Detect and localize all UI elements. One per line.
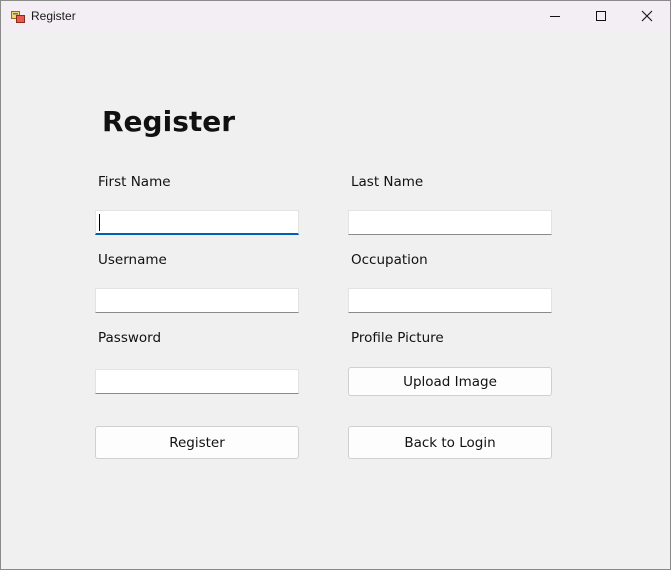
profile-picture-label: Profile Picture	[351, 330, 444, 346]
register-button[interactable]: Register	[95, 426, 299, 459]
text-caret	[99, 214, 100, 231]
maximize-icon	[596, 11, 606, 21]
window-title: Register	[31, 9, 76, 23]
title-bar[interactable]: Register	[1, 1, 670, 31]
password-field[interactable]	[95, 369, 299, 394]
last-name-label: Last Name	[351, 174, 424, 190]
back-to-login-button[interactable]: Back to Login	[348, 426, 552, 459]
username-label: Username	[98, 252, 167, 268]
page-title: Register	[102, 105, 236, 138]
app-icon	[11, 9, 25, 23]
first-name-label: First Name	[98, 174, 171, 190]
minimize-button[interactable]	[532, 1, 578, 31]
password-label: Password	[98, 330, 162, 346]
occupation-label: Occupation	[351, 252, 428, 268]
close-button[interactable]	[624, 1, 670, 31]
maximize-button[interactable]	[578, 1, 624, 31]
close-icon	[641, 10, 653, 22]
upload-image-button[interactable]: Upload Image	[348, 367, 552, 396]
last-name-field[interactable]	[348, 210, 552, 235]
occupation-field[interactable]	[348, 288, 552, 313]
first-name-field[interactable]	[95, 210, 299, 235]
register-window: Register Register First Name Last Name U…	[0, 0, 671, 570]
username-field[interactable]	[95, 288, 299, 313]
minimize-icon	[550, 16, 560, 17]
